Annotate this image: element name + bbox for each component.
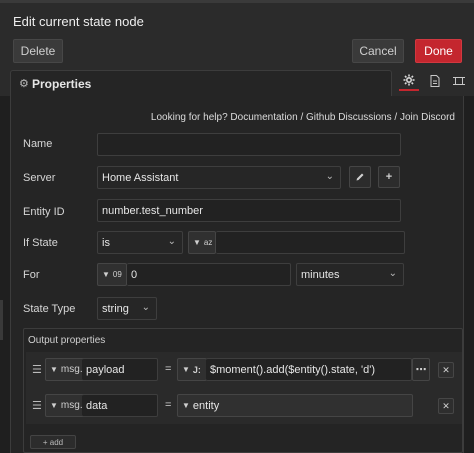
caret-down-icon: ▼: [193, 238, 201, 247]
name-input[interactable]: [97, 133, 401, 156]
if-state-operator-value: is: [102, 236, 110, 249]
for-unit-value: minutes: [301, 268, 340, 281]
server-label: Server: [23, 172, 56, 184]
frame-icon[interactable]: [449, 71, 469, 91]
if-state-label: If State: [23, 237, 58, 249]
output-type-label: msg.: [60, 400, 83, 411]
output-row: ☰ ▼ msg. payload = ▼ J: $moment().add($e…: [26, 352, 462, 388]
drag-handle-icon[interactable]: ☰: [32, 399, 42, 412]
settings-tab-gear-icon[interactable]: [399, 71, 419, 91]
expression-editor-button[interactable]: ⋯: [412, 358, 430, 381]
remove-row-button[interactable]: ✕: [438, 362, 454, 378]
dialog-title-bar: Edit current state node: [0, 0, 474, 36]
entity-id-input[interactable]: number.test_number: [97, 199, 401, 222]
equals-sign: =: [165, 399, 172, 411]
document-icon[interactable]: [425, 71, 445, 91]
chevron-down-icon: ⌄: [388, 268, 397, 279]
caret-down-icon: ▼: [102, 270, 110, 279]
output-properties-header: Output properties: [28, 335, 106, 346]
caret-down-icon: ▼: [50, 401, 58, 410]
for-label: For: [23, 269, 40, 281]
jsonata-type-icon: J:: [192, 364, 201, 375]
add-server-button[interactable]: +: [378, 166, 400, 188]
edit-server-button[interactable]: [349, 166, 371, 188]
name-label: Name: [23, 138, 53, 150]
output-type-button[interactable]: ▼ msg.: [45, 358, 85, 381]
if-state-type-button[interactable]: ▼ az: [188, 231, 216, 254]
for-type-button[interactable]: ▼ 09: [97, 263, 127, 286]
state-type-label: State Type: [23, 303, 76, 315]
editor-edge-handle: [0, 300, 3, 340]
close-icon: ✕: [442, 400, 450, 411]
output-row: ☰ ▼ msg. data = ▼ entity ✕: [26, 388, 462, 424]
dialog-action-row: Delete Cancel Done: [0, 36, 474, 66]
server-select[interactable]: Home Assistant ⌄: [97, 166, 341, 189]
output-property-input[interactable]: payload: [82, 358, 158, 381]
state-type-value: string: [102, 302, 129, 315]
drag-handle-icon[interactable]: ☰: [32, 363, 42, 376]
chevron-down-icon: ⌄: [141, 302, 150, 313]
tab-properties-label: Properties: [32, 77, 92, 91]
output-property-input[interactable]: data: [82, 394, 158, 417]
number-type-icon: 09: [112, 270, 122, 279]
for-value-input[interactable]: 0: [127, 263, 291, 286]
if-state-operator-select[interactable]: is ⌄: [97, 231, 183, 254]
chevron-down-icon: ⌄: [325, 171, 334, 182]
help-link-github-discussions[interactable]: Github Discussions: [306, 112, 392, 123]
help-link-join-discord[interactable]: Join Discord: [400, 112, 455, 123]
help-prefix: Looking for help?: [150, 112, 228, 123]
cancel-button[interactable]: Cancel: [352, 39, 404, 63]
output-value-type-select[interactable]: ▼ entity: [177, 394, 413, 417]
tab-row: ⚙ Properties: [0, 66, 474, 96]
caret-down-icon: ▼: [182, 365, 190, 374]
equals-sign: =: [165, 363, 172, 375]
gear-icon: ⚙: [19, 78, 29, 90]
properties-panel: Looking for help? Documentation / Github…: [10, 96, 464, 453]
plus-icon: +: [385, 171, 393, 183]
close-icon: ✕: [442, 364, 450, 375]
help-link-documentation[interactable]: Documentation: [230, 112, 297, 123]
ellipsis-icon: ⋯: [415, 364, 427, 376]
output-type-label: msg.: [60, 364, 83, 375]
dialog-title: Edit current state node: [13, 14, 144, 29]
delete-button[interactable]: Delete: [13, 39, 63, 63]
caret-down-icon: ▼: [182, 401, 190, 410]
help-links: Looking for help? Documentation / Github…: [150, 112, 455, 123]
pencil-icon: [356, 173, 364, 181]
entity-id-label: Entity ID: [23, 206, 65, 218]
server-select-value: Home Assistant: [102, 171, 179, 184]
caret-down-icon: ▼: [50, 365, 58, 374]
if-state-value-input[interactable]: [216, 231, 405, 254]
remove-row-button[interactable]: ✕: [438, 398, 454, 414]
output-type-button[interactable]: ▼ msg.: [45, 394, 85, 417]
chevron-down-icon: ⌄: [167, 236, 176, 247]
output-value-input[interactable]: $moment().add($entity().state, 'd'): [206, 358, 412, 381]
state-type-select[interactable]: string ⌄: [97, 297, 157, 320]
done-button[interactable]: Done: [415, 39, 462, 63]
for-unit-select[interactable]: minutes ⌄: [296, 263, 404, 286]
output-value-type-button[interactable]: ▼ J:: [177, 358, 207, 381]
add-output-button[interactable]: + add: [30, 435, 76, 449]
output-value-label: entity: [192, 399, 220, 412]
string-type-icon: az: [203, 238, 213, 247]
output-properties-box: Output properties ☰ ▼ msg. payload = ▼ J…: [23, 328, 463, 453]
tab-properties[interactable]: ⚙ Properties: [10, 70, 392, 96]
